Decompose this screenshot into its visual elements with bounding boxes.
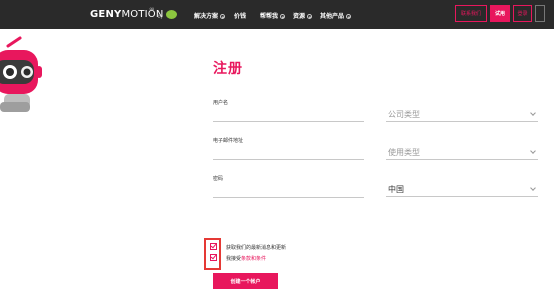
- genymobile-logo-icon: [166, 10, 177, 19]
- email-field[interactable]: [213, 159, 364, 160]
- contact-us-button[interactable]: 联系我们: [455, 5, 487, 22]
- checkmark-icon: [210, 253, 217, 260]
- chevron-down-icon[interactable]: [530, 148, 536, 154]
- cropped-nav-element[interactable]: [535, 5, 545, 22]
- usage-type-select[interactable]: 使用类型: [388, 147, 420, 158]
- email-label: 电子邮件地址: [213, 138, 244, 144]
- nav-item-label: 帮帮我: [260, 13, 279, 20]
- company-type-select[interactable]: 公司类型: [388, 109, 420, 120]
- brand-bold: GENY: [90, 9, 122, 20]
- nav-item-other-products[interactable]: 其他产品: [320, 11, 352, 20]
- login-button[interactable]: 登录: [513, 5, 532, 22]
- chevron-down-icon: [220, 14, 226, 19]
- terms-checkbox[interactable]: [210, 253, 217, 261]
- infinity-icon: ∞: [149, 5, 155, 13]
- country-underline: [386, 196, 538, 197]
- top-navbar: GENYMOTION ∞ by 解决方案 价钱 帮帮我 资源 其他产品 联系我们…: [0, 0, 554, 29]
- page-title: 注册: [213, 61, 243, 77]
- country-select[interactable]: 中国: [388, 184, 404, 195]
- usage-type-underline: [386, 159, 538, 160]
- chevron-down-icon: [346, 14, 352, 19]
- nav-item-resources[interactable]: 资源: [293, 11, 313, 20]
- chevron-down-icon[interactable]: [530, 110, 536, 116]
- password-field[interactable]: [213, 197, 364, 198]
- nav-item-label: 资源: [293, 13, 306, 20]
- brand-by: by: [158, 14, 163, 19]
- terms-link[interactable]: 条款和条件: [241, 256, 266, 262]
- nav-item-pricing[interactable]: 价钱: [234, 11, 246, 20]
- create-account-button[interactable]: 创建一个帐户: [213, 273, 278, 289]
- password-label: 密码: [213, 176, 224, 182]
- username-label: 用户名: [213, 100, 229, 106]
- newsletter-label: 获取我们的最新消息和更新: [226, 245, 287, 251]
- robot-mascot-icon: [0, 36, 42, 112]
- nav-item-label: 解决方案: [194, 13, 219, 20]
- nav-item-solutions[interactable]: 解决方案: [194, 11, 226, 20]
- username-field[interactable]: [213, 121, 364, 122]
- newsletter-checkbox[interactable]: [210, 242, 217, 250]
- nav-item-label: 其他产品: [320, 13, 345, 20]
- try-button[interactable]: 试用: [490, 5, 510, 22]
- chevron-down-icon[interactable]: [530, 185, 536, 191]
- terms-label: 我接受条款和条件: [226, 255, 266, 262]
- chevron-down-icon: [307, 14, 313, 19]
- terms-prefix: 我接受: [226, 256, 242, 262]
- checkmark-icon: [210, 242, 217, 249]
- nav-item-label: 价钱: [234, 13, 247, 20]
- nav-item-help[interactable]: 帮帮我: [260, 11, 286, 20]
- chevron-down-icon: [280, 14, 286, 19]
- company-type-underline: [386, 121, 538, 122]
